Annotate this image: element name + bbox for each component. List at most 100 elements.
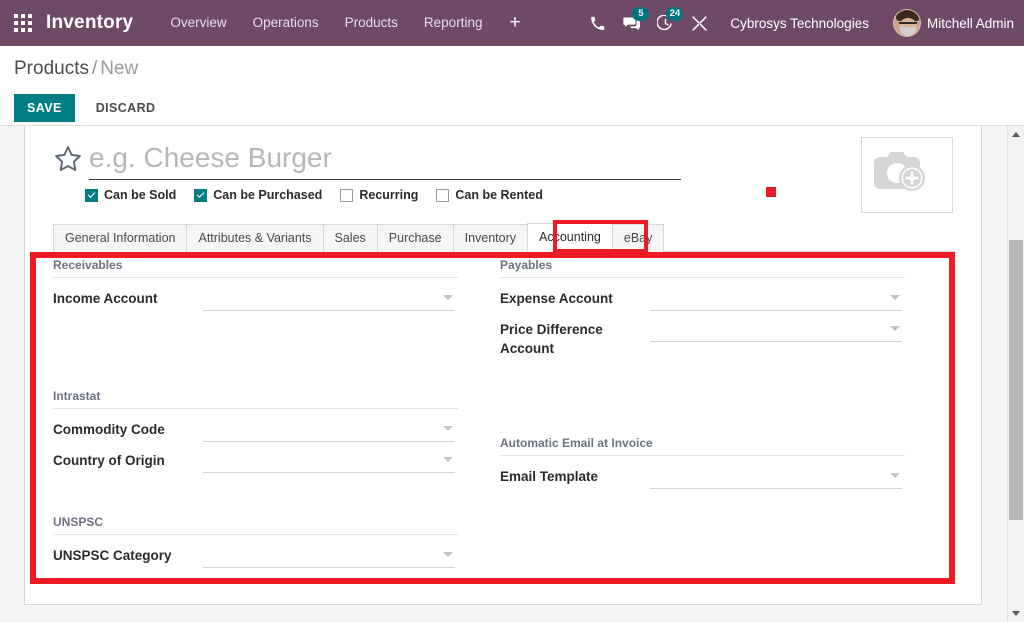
company-name[interactable]: Cybrosys Technologies xyxy=(716,16,883,31)
menu-products[interactable]: Products xyxy=(332,0,411,46)
can-be-sold-box[interactable] xyxy=(85,189,98,202)
expense-account-input[interactable] xyxy=(650,286,882,310)
apps-grid-icon[interactable] xyxy=(14,14,32,32)
accounting-tab-panel: Receivables Income Account Intrastat Com… xyxy=(25,258,983,598)
checkbox-recurring[interactable]: Recurring xyxy=(340,188,418,202)
odoo-inventory-window: Inventory Overview Operations Products R… xyxy=(0,0,1024,622)
income-account-dropdown[interactable] xyxy=(203,286,455,311)
product-image-upload[interactable] xyxy=(861,137,953,213)
product-flags-row: Can be Sold Can be Purchased Recurring C… xyxy=(85,188,561,202)
accounting-left-column: Receivables Income Account Intrastat Com… xyxy=(53,258,483,574)
field-expense-account: Expense Account xyxy=(500,286,930,311)
left-gutter xyxy=(0,252,24,622)
menu-overview[interactable]: Overview xyxy=(157,0,239,46)
country-of-origin-dropdown[interactable] xyxy=(203,448,455,473)
chevron-down-icon xyxy=(890,326,900,331)
field-price-difference-account: Price Difference Account xyxy=(500,317,930,358)
phone-icon[interactable] xyxy=(580,0,614,46)
red-marker xyxy=(766,187,776,197)
unspsc-category-input[interactable] xyxy=(203,543,435,567)
group-title-intrastat: Intrastat xyxy=(53,389,458,409)
user-name-label: Mitchell Admin xyxy=(927,16,1014,31)
action-buttons: SAVE DISCARD xyxy=(14,94,168,122)
price-difference-account-label: Price Difference Account xyxy=(500,317,650,358)
tab-inventory[interactable]: Inventory xyxy=(453,224,528,252)
field-unspsc-category: UNSPSC Category xyxy=(53,543,483,568)
income-account-label: Income Account xyxy=(53,286,203,308)
scroll-thumb[interactable] xyxy=(1009,240,1023,520)
expense-account-label: Expense Account xyxy=(500,286,650,308)
country-of-origin-input[interactable] xyxy=(203,448,435,472)
commodity-code-dropdown[interactable] xyxy=(203,417,455,442)
unspsc-category-label: UNSPSC Category xyxy=(53,543,203,565)
add-menu-plus-icon[interactable]: + xyxy=(495,0,534,46)
income-account-input[interactable] xyxy=(203,286,435,310)
form-content-area: Can be Sold Can be Purchased Recurring C… xyxy=(0,126,1024,622)
unspsc-category-dropdown[interactable] xyxy=(203,543,455,568)
breadcrumb-separator: / xyxy=(89,58,100,79)
tools-icon[interactable] xyxy=(682,0,716,46)
recurring-box[interactable] xyxy=(340,189,353,202)
scroll-down-arrow[interactable] xyxy=(1008,605,1024,622)
save-button[interactable]: SAVE xyxy=(14,94,75,122)
expense-account-dropdown[interactable] xyxy=(650,286,902,311)
breadcrumb: Products/New xyxy=(14,58,138,80)
navbar-right-group: 5 24 Cybrosys Technologies Mitchell Ad xyxy=(580,0,1024,46)
menu-reporting[interactable]: Reporting xyxy=(411,0,496,46)
checkbox-can-be-rented[interactable]: Can be Rented xyxy=(436,188,543,202)
can-be-purchased-label: Can be Purchased xyxy=(213,188,322,202)
accounting-right-column: Payables Expense Account Price Differenc… xyxy=(500,258,930,495)
discard-button[interactable]: DISCARD xyxy=(83,94,169,122)
price-difference-account-dropdown[interactable] xyxy=(650,317,902,342)
country-of-origin-label: Country of Origin xyxy=(53,448,203,470)
messages-icon[interactable]: 5 xyxy=(614,0,648,46)
chevron-down-icon xyxy=(443,457,453,462)
can-be-rented-box[interactable] xyxy=(436,189,449,202)
chevron-down-icon xyxy=(443,295,453,300)
can-be-sold-label: Can be Sold xyxy=(104,188,176,202)
chevron-down-icon xyxy=(443,552,453,557)
product-form-sheet: Can be Sold Can be Purchased Recurring C… xyxy=(24,126,982,605)
tab-general-information[interactable]: General Information xyxy=(53,224,187,252)
activities-clock-icon[interactable]: 24 xyxy=(648,0,682,46)
email-template-label: Email Template xyxy=(500,464,650,486)
tab-attributes-variants[interactable]: Attributes & Variants xyxy=(186,224,323,252)
vertical-scrollbar[interactable] xyxy=(1007,126,1024,622)
scroll-up-arrow[interactable] xyxy=(1008,126,1024,143)
commodity-code-input[interactable] xyxy=(203,417,435,441)
group-title-receivables: Receivables xyxy=(53,258,458,278)
can-be-purchased-box[interactable] xyxy=(194,189,207,202)
checkbox-can-be-purchased[interactable]: Can be Purchased xyxy=(194,188,322,202)
price-difference-account-input[interactable] xyxy=(650,317,882,341)
app-brand-inventory[interactable]: Inventory xyxy=(46,12,133,34)
group-title-payables: Payables xyxy=(500,258,905,278)
avatar xyxy=(893,9,921,37)
checkbox-can-be-sold[interactable]: Can be Sold xyxy=(85,188,176,202)
chevron-down-icon xyxy=(890,473,900,478)
field-email-template: Email Template xyxy=(500,464,930,489)
tab-sales[interactable]: Sales xyxy=(323,224,378,252)
can-be-rented-label: Can be Rented xyxy=(455,188,543,202)
annotation-box-accounting-tab xyxy=(553,220,648,253)
control-panel: Products/New SAVE DISCARD xyxy=(0,46,1024,126)
notebook-tabs: General Information Attributes & Variant… xyxy=(53,222,955,252)
email-template-dropdown[interactable] xyxy=(650,464,902,489)
chevron-down-icon xyxy=(890,295,900,300)
commodity-code-label: Commodity Code xyxy=(53,417,203,439)
chevron-down-icon xyxy=(443,426,453,431)
field-country-of-origin: Country of Origin xyxy=(53,448,483,473)
product-name-input[interactable] xyxy=(89,142,681,180)
user-menu[interactable]: Mitchell Admin xyxy=(883,9,1014,37)
email-template-input[interactable] xyxy=(650,464,882,488)
group-title-unspsc: UNSPSC xyxy=(53,515,458,535)
top-navbar: Inventory Overview Operations Products R… xyxy=(0,0,1024,46)
product-title-row xyxy=(53,142,693,180)
activities-badge: 24 xyxy=(666,7,683,21)
menu-operations[interactable]: Operations xyxy=(240,0,332,46)
breadcrumb-products[interactable]: Products xyxy=(14,58,89,79)
recurring-label: Recurring xyxy=(359,188,418,202)
field-income-account: Income Account xyxy=(53,286,483,311)
tab-purchase[interactable]: Purchase xyxy=(377,224,454,252)
camera-add-icon xyxy=(870,145,944,205)
favorite-star-icon[interactable] xyxy=(53,144,83,174)
